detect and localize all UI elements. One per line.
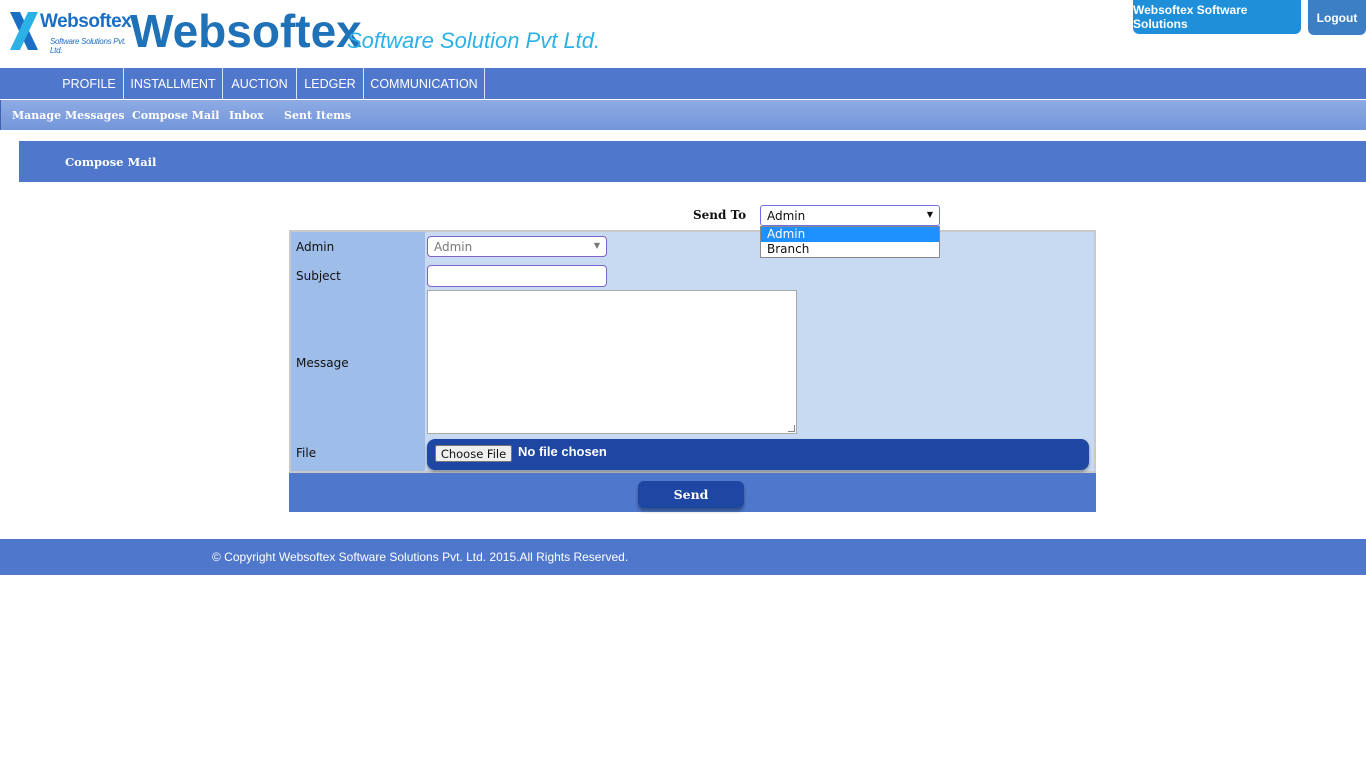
logo-small-subtitle: Software Solutions Pvt. Ltd.	[50, 37, 126, 55]
send-to-label: Send To	[693, 208, 747, 222]
page-title-bar: Compose Mail	[19, 141, 1366, 182]
submit-bar: Send	[289, 473, 1096, 512]
sub-nav: Manage Messages Compose Mail Inbox Sent …	[0, 100, 1366, 130]
copyright-text: © Copyright Websoftex Software Solutions…	[212, 550, 629, 564]
resize-grip-icon[interactable]	[788, 425, 795, 432]
dropdown-arrow-icon: ▼	[926, 210, 933, 219]
send-button[interactable]: Send	[638, 481, 744, 508]
footer: © Copyright Websoftex Software Solutions…	[0, 539, 1366, 575]
subject-input[interactable]	[427, 265, 607, 287]
message-label: Message	[296, 356, 349, 370]
admin-label: Admin	[296, 240, 335, 254]
admin-select[interactable]: Admin ▼	[427, 236, 607, 257]
header: Websoftex Software Solutions Pvt. Ltd. W…	[0, 0, 1366, 68]
send-to-dropdown-list: Admin Branch	[760, 226, 940, 258]
send-to-select[interactable]: Admin ▼	[760, 205, 940, 226]
file-upload-bar: Choose File No file chosen	[427, 439, 1089, 470]
company-name-button[interactable]: Websoftex Software Solutions	[1133, 0, 1301, 34]
message-textarea[interactable]	[427, 290, 797, 434]
subnav-item-inbox[interactable]: Inbox	[229, 100, 264, 130]
nav-item-auction[interactable]: AUCTION	[223, 68, 297, 99]
nav-item-communication[interactable]: COMMUNICATION	[364, 68, 485, 99]
logo-tagline: Software Solution Pvt Ltd.	[347, 28, 601, 53]
x-logo-icon	[10, 12, 38, 50]
admin-select-value: Admin	[434, 239, 473, 254]
page-title: Compose Mail	[65, 154, 157, 169]
company-logo[interactable]: Websoftex Software Solutions Pvt. Ltd.	[8, 8, 132, 55]
main-nav: PROFILE INSTALLMENT AUCTION LEDGER COMMU…	[0, 68, 1366, 99]
chevron-down-icon: ▼	[593, 241, 600, 250]
file-status-text: No file chosen	[518, 444, 607, 459]
logout-button[interactable]: Logout	[1308, 0, 1366, 35]
logo-wordmark: Websoftex	[130, 5, 362, 57]
subnav-item-manage-messages[interactable]: Manage Messages	[12, 100, 125, 130]
choose-file-button[interactable]: Choose File	[435, 445, 512, 462]
nav-item-profile[interactable]: PROFILE	[55, 68, 124, 99]
nav-item-ledger[interactable]: LEDGER	[297, 68, 364, 99]
send-to-option-admin[interactable]: Admin	[761, 227, 939, 242]
compose-form: Admin Subject Message File Admin ▼ Choos…	[289, 230, 1096, 473]
send-to-selected-value: Admin	[767, 208, 806, 223]
form-label-column	[291, 232, 425, 471]
subnav-item-sent-items[interactable]: Sent Items	[284, 100, 351, 130]
send-to-option-branch[interactable]: Branch	[761, 242, 939, 257]
subject-label: Subject	[296, 269, 341, 283]
subnav-item-compose-mail[interactable]: Compose Mail	[132, 100, 219, 130]
logo-small-name: Websoftex	[40, 11, 132, 32]
file-label: File	[296, 446, 317, 460]
nav-item-installment[interactable]: INSTALLMENT	[124, 68, 223, 99]
